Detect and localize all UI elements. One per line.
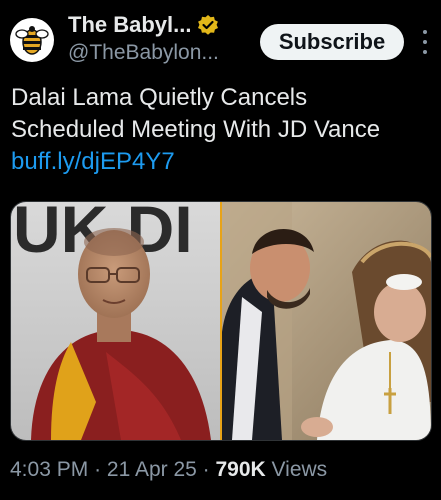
author-handle[interactable]: @TheBabylon... <box>68 41 258 65</box>
tweet-meta: 4:03 PM · 21 Apr 25 · 790K Views <box>10 458 327 482</box>
vance-meeting-pope-photo[interactable] <box>222 202 431 440</box>
tweet-time[interactable]: 4:03 PM <box>10 458 88 481</box>
meta-separator: · <box>202 458 210 481</box>
meta-separator: · <box>94 458 102 481</box>
vance-pope-image <box>222 202 431 440</box>
babylon-bee-logo-icon <box>12 20 52 60</box>
tweet-text: Dalai Lama Quietly Cancels Scheduled Mee… <box>11 82 421 178</box>
subscribe-button[interactable]: Subscribe <box>260 24 404 60</box>
views-count[interactable]: 790K <box>216 458 266 481</box>
display-name[interactable]: The Babyl... <box>68 12 258 38</box>
more-options-icon[interactable] <box>418 30 432 54</box>
tweet-link[interactable]: buff.ly/djEP4Y7 <box>11 148 175 175</box>
display-name-text[interactable]: The Babyl... <box>68 12 191 38</box>
views-label: Views <box>271 458 328 481</box>
dalai-lama-photo[interactable]: UK DI <box>11 202 220 440</box>
verified-badge-icon <box>198 15 219 35</box>
tweet-body: Dalai Lama Quietly Cancels Scheduled Mee… <box>11 84 381 143</box>
tweet-date[interactable]: 21 Apr 25 <box>107 458 197 481</box>
tweet-media[interactable]: UK DI <box>10 201 432 441</box>
tweet-header: The Babyl... @TheBabylon... Subscribe <box>10 12 433 68</box>
avatar[interactable] <box>10 18 54 62</box>
dalai-lama-image: UK DI <box>11 202 220 440</box>
author-names[interactable]: The Babyl... @TheBabylon... <box>68 12 258 65</box>
